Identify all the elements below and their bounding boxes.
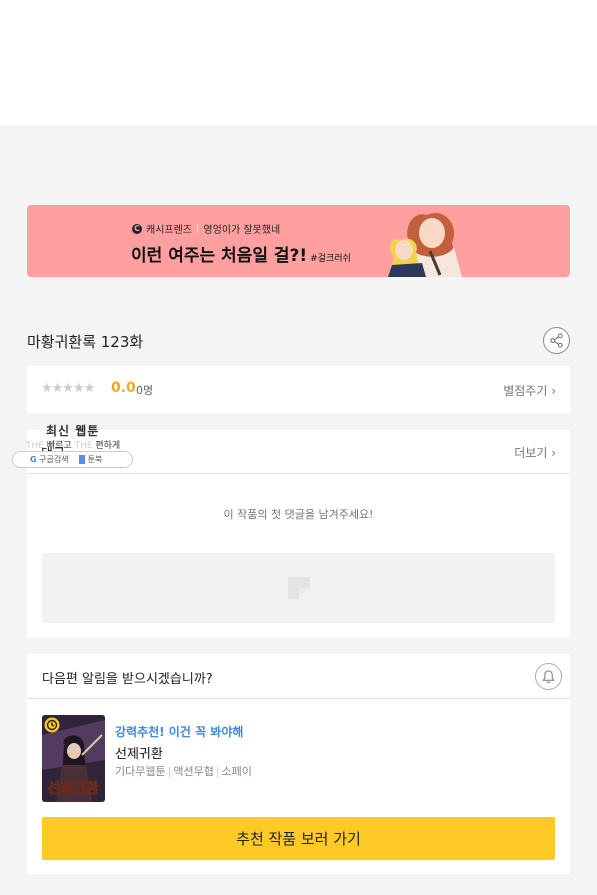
banner-illustration bbox=[388, 213, 462, 277]
brand-logo-icon: C bbox=[132, 223, 142, 234]
comments-more-link[interactable]: 더보기 › bbox=[514, 444, 556, 461]
notification-question: 다음편 알림을 받으시겠습니까? bbox=[42, 672, 213, 687]
ad-placeholder[interactable] bbox=[42, 553, 555, 623]
rate-button[interactable]: 별점주기 › bbox=[503, 382, 556, 399]
cover-title-text: 선제귀환 bbox=[47, 780, 99, 797]
floating-app-promo[interactable]: 최신 웹툰 THE 빠르고 THE 편하게 G 구글검색 툰북 bbox=[12, 422, 137, 470]
recommendation-meta-type: 기다무웹툰 bbox=[115, 765, 166, 778]
ad-placeholder-icon bbox=[287, 577, 310, 599]
promo-title: 최신 웹툰 bbox=[46, 424, 100, 438]
promo-subtitle: THE 빠르고 THE 편하게 bbox=[26, 438, 120, 451]
wait-free-clock-icon bbox=[44, 717, 60, 733]
recommendation-tag: 강력추천! 이건 꼭 봐야해 bbox=[115, 725, 244, 739]
google-search-link[interactable]: G 구글검색 bbox=[30, 454, 69, 465]
recommendation-thumbnail[interactable]: 선제귀환 bbox=[42, 715, 105, 802]
toonbook-link[interactable]: 툰북 bbox=[78, 454, 103, 465]
promo-text-2: 편하게 bbox=[95, 441, 121, 451]
top-blank-area bbox=[0, 0, 597, 125]
recommendation-meta: 기다무웹툰 | 액션무협 | 소페이 bbox=[115, 763, 252, 779]
bell-icon bbox=[542, 670, 555, 683]
rating-card: ★★★★★ 0.0 0명 별점주기 › bbox=[27, 366, 570, 413]
promo-text-1: 빠르고 bbox=[46, 441, 72, 451]
promo-ghost-text-2: THE bbox=[74, 441, 93, 451]
promo-search-pill[interactable]: G 구글검색 툰북 bbox=[12, 451, 133, 468]
banner-separator: | bbox=[196, 223, 200, 234]
banner-headline: 이런 여주는 처음일 걸?! #걸크러쉬 bbox=[131, 241, 351, 266]
banner-headline-text: 이런 여주는 처음일 걸?! bbox=[131, 246, 308, 266]
rating-count: 0명 bbox=[136, 384, 154, 397]
banner-brand: 캐시프렌즈 bbox=[146, 225, 192, 236]
banner-hashtag: #걸크러쉬 bbox=[310, 254, 351, 264]
share-icon bbox=[550, 333, 563, 348]
recommendation-meta-author: 소페이 bbox=[221, 765, 252, 778]
meta-divider: | bbox=[167, 765, 172, 778]
work-title: 마황귀환록 123화 bbox=[27, 333, 144, 351]
toonbook-label: 툰북 bbox=[87, 455, 103, 464]
banner-series: 영엉이가 잘못했네 bbox=[203, 225, 281, 236]
notification-bell-button[interactable] bbox=[535, 663, 562, 690]
google-icon: G bbox=[30, 455, 37, 464]
recommendation-meta-genre: 액션무협 bbox=[173, 765, 214, 778]
notification-header: 다음편 알림을 받으시겠습니까? bbox=[27, 654, 570, 699]
rating-score: 0.0 bbox=[111, 380, 136, 396]
banner-brandline: C 캐시프렌즈 | 영엉이가 잘못했네 bbox=[132, 221, 280, 236]
see-recommendation-button[interactable]: 추천 작품 보러 가기 bbox=[42, 817, 555, 860]
notification-card: 다음편 알림을 받으시겠습니까? 선제귀환 강력추천! 이건 꼭 봐야해 선제귀… bbox=[27, 654, 570, 874]
rating-stars[interactable]: ★★★★★ bbox=[41, 381, 95, 396]
google-search-label: 구글검색 bbox=[39, 455, 69, 464]
bookmark-icon bbox=[78, 455, 85, 464]
ad-banner[interactable]: C 캐시프렌즈 | 영엉이가 잘못했네 이런 여주는 처음일 걸?! #걸크러쉬 bbox=[27, 205, 570, 277]
recommendation-title[interactable]: 선제귀환 bbox=[115, 743, 163, 762]
promo-ghost-text-1: THE bbox=[26, 441, 44, 451]
meta-divider: | bbox=[215, 765, 220, 778]
empty-comments-message: 이 작품의 첫 댓글을 남겨주세요! bbox=[223, 508, 374, 521]
share-button[interactable] bbox=[543, 327, 570, 354]
